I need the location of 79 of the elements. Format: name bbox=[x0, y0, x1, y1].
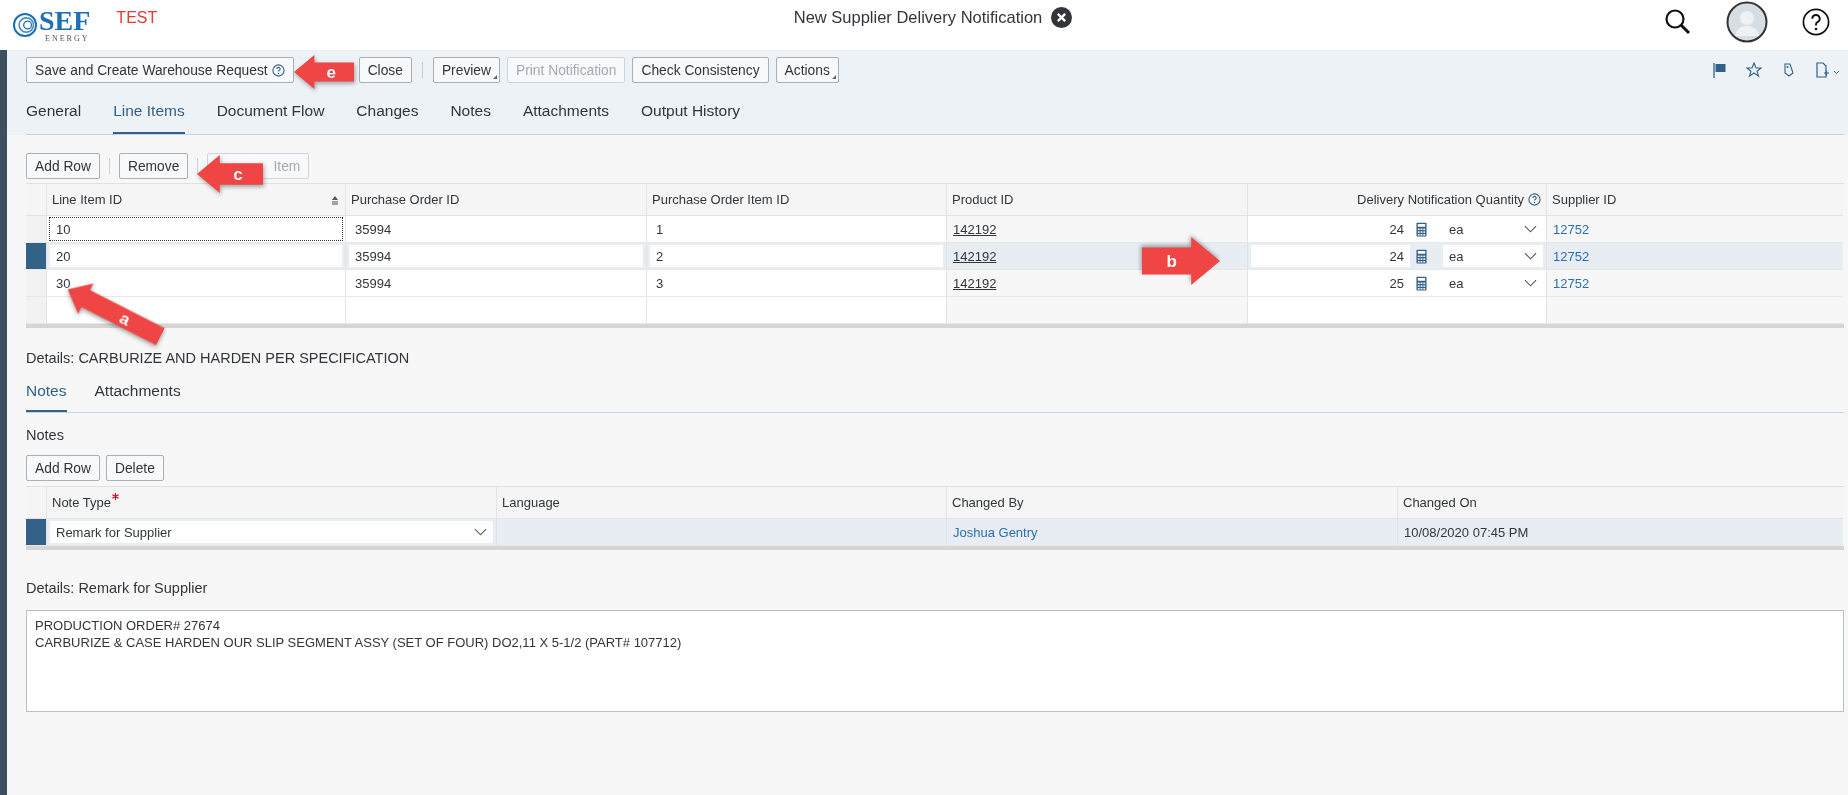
tab[interactable]: Output History bbox=[641, 92, 741, 134]
note-type-dropdown[interactable]: Remark for Supplier bbox=[50, 521, 493, 543]
column-header[interactable]: Line Item ID bbox=[46, 184, 345, 216]
supplier-link[interactable]: 12752 bbox=[1553, 221, 1590, 237]
column-header[interactable]: Purchase Order ID bbox=[345, 184, 646, 216]
tab[interactable]: Notes bbox=[26, 376, 67, 412]
sort-icon[interactable] bbox=[330, 194, 340, 205]
toolbar-button[interactable]: Preview bbox=[432, 57, 500, 83]
flag-icon[interactable] bbox=[1712, 62, 1728, 78]
row-selector[interactable] bbox=[26, 243, 46, 270]
unit-dropdown[interactable]: ea bbox=[1443, 245, 1543, 267]
table-button[interactable]: Remove bbox=[119, 153, 189, 179]
column-label: Changed On bbox=[1403, 495, 1477, 510]
product-link[interactable]: 142192 bbox=[953, 221, 997, 237]
toolbar-button[interactable]: Check Consistency bbox=[632, 57, 769, 83]
column-label: Product ID bbox=[952, 192, 1014, 207]
new-document-icon[interactable] bbox=[1814, 62, 1842, 78]
company-logo: SEF ENERGY bbox=[12, 7, 91, 43]
tab[interactable]: Changes bbox=[356, 92, 419, 134]
quantity-field[interactable]: 24 bbox=[1251, 245, 1410, 267]
row-selector[interactable] bbox=[26, 519, 46, 546]
avatar-icon[interactable] bbox=[1726, 1, 1768, 43]
help-icon[interactable] bbox=[1802, 8, 1830, 36]
column-label: Note Type bbox=[52, 495, 112, 510]
callout-arrow: c bbox=[197, 155, 263, 193]
product-link[interactable]: 142192 bbox=[953, 275, 997, 291]
section-title: Notes bbox=[26, 426, 65, 445]
input-field[interactable]: 20 bbox=[50, 245, 342, 267]
column-label: Delivery Notification Quantity bbox=[1357, 192, 1524, 207]
column-header[interactable]: Supplier ID bbox=[1546, 184, 1843, 216]
section-title: Details: CARBURIZE AND HARDEN PER SPECIFICATION bbox=[26, 349, 411, 368]
chevron-down-icon[interactable] bbox=[474, 528, 487, 536]
column-header[interactable]: Delivery Notification Quantity bbox=[1247, 184, 1546, 216]
column-header[interactable]: Changed By bbox=[946, 487, 1397, 519]
table-button[interactable]: Add Row bbox=[26, 153, 100, 179]
user-link[interactable]: Joshua Gentry bbox=[953, 524, 1038, 540]
toolbar-button[interactable]: Actions bbox=[775, 57, 839, 83]
table-cell: 10/08/2020 07:45 PM bbox=[1404, 524, 1529, 540]
chevron-down-icon[interactable] bbox=[1524, 279, 1537, 287]
column-header[interactable]: Product ID bbox=[946, 184, 1247, 216]
table-button[interactable]: Delete bbox=[106, 455, 164, 481]
star-icon[interactable] bbox=[1746, 62, 1762, 78]
page-title: New Supplier Delivery Notification bbox=[793, 7, 1043, 27]
text-area[interactable]: PRODUCTION ORDER# 27674 CARBURIZE & CASE HARDEN OUR SLIP SEGMENT ASSY (SET OF FOUR) DO2,11 X 5-1/2 (PART# 107712) bbox=[26, 610, 1844, 712]
column-label: Purchase Order Item ID bbox=[652, 192, 790, 207]
environment-label: TEST bbox=[116, 9, 158, 27]
column-label: Line Item ID bbox=[52, 192, 123, 207]
callout-arrow: b bbox=[1142, 237, 1220, 285]
search-icon[interactable] bbox=[1664, 8, 1692, 36]
table-button[interactable]: Add Row bbox=[26, 455, 100, 481]
column-label: Language bbox=[502, 495, 560, 510]
callout-arrow: e bbox=[294, 55, 354, 89]
supplier-link[interactable]: 12752 bbox=[1553, 248, 1590, 264]
chevron-down-icon[interactable] bbox=[1524, 252, 1537, 260]
tab[interactable]: Notes bbox=[450, 92, 491, 134]
column-header[interactable]: Changed On bbox=[1397, 487, 1843, 519]
input-field[interactable]: 2 bbox=[650, 245, 943, 267]
toolbar-button[interactable]: Close bbox=[358, 57, 412, 83]
section-title: Details: Remark for Supplier bbox=[26, 579, 209, 598]
tab[interactable]: General bbox=[26, 92, 82, 134]
calculator-icon[interactable] bbox=[1416, 221, 1427, 237]
tab[interactable]: Line Items bbox=[113, 92, 185, 134]
input-field[interactable]: 35994 bbox=[349, 245, 643, 267]
tab[interactable]: Attachments bbox=[522, 92, 610, 134]
toolbar-button[interactable]: Save and Create Warehouse Request bbox=[26, 57, 294, 83]
supplier-link[interactable]: 12752 bbox=[1553, 275, 1590, 291]
column-header[interactable]: Language bbox=[496, 487, 946, 519]
close-icon[interactable] bbox=[1051, 6, 1073, 28]
calculator-icon[interactable] bbox=[1416, 248, 1427, 264]
tab[interactable]: Attachments bbox=[94, 376, 181, 412]
tab[interactable]: Document Flow bbox=[216, 92, 325, 134]
chevron-down-icon[interactable] bbox=[1524, 225, 1537, 233]
column-header[interactable]: Purchase Order Item ID bbox=[646, 184, 946, 216]
column-header[interactable]: Note Type bbox=[46, 487, 496, 519]
column-label: Changed By bbox=[952, 495, 1024, 510]
column-label: Supplier ID bbox=[1552, 192, 1617, 207]
calculator-icon[interactable] bbox=[1416, 275, 1427, 291]
column-label: Purchase Order ID bbox=[351, 192, 460, 207]
product-link[interactable]: 142192 bbox=[953, 248, 997, 264]
